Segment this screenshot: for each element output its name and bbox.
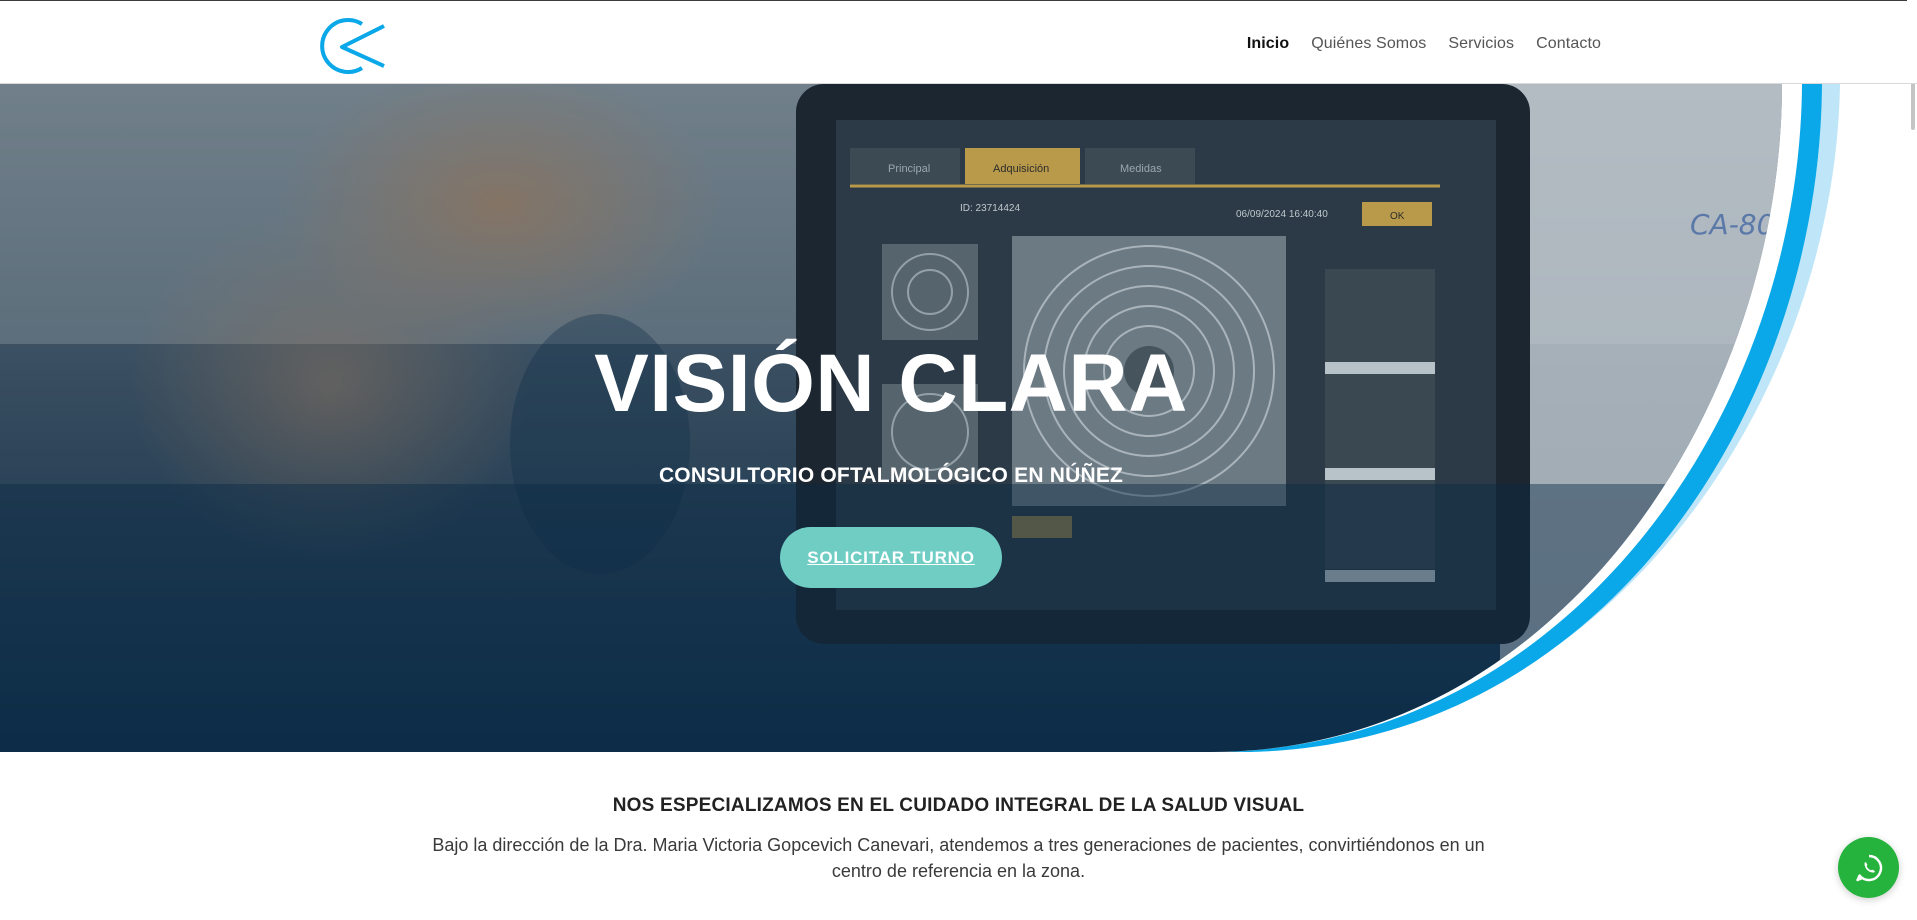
intro-heading: NOS ESPECIALIZAMOS EN EL CUIDADO INTEGRA… (612, 795, 1305, 816)
hero-section: CA-800 Principal Adquisición Medidas ID:… (0, 84, 1917, 752)
whatsapp-icon (1855, 854, 1882, 881)
intro-text: Bajo la dirección de la Dra. Maria Victo… (432, 835, 1485, 881)
nav-quienes-somos[interactable]: Quiénes Somos (1311, 35, 1426, 53)
nav-servicios[interactable]: Servicios (1448, 35, 1514, 53)
site-header: Inicio Quiénes Somos Servicios Contacto (0, 1, 1917, 84)
hero-content: VISIÓN CLARA CONSULTORIO OFTALMOLÓGICO E… (0, 84, 1782, 752)
nav-contacto[interactable]: Contacto (1536, 35, 1601, 53)
nav-inicio[interactable]: Inicio (1247, 35, 1289, 53)
whatsapp-button[interactable] (1838, 837, 1899, 898)
solicitar-turno-button[interactable]: SOLICITAR TURNO (780, 527, 1002, 588)
main-nav: Inicio Quiénes Somos Servicios Contacto (1247, 35, 1601, 53)
eye-logo-icon[interactable] (318, 16, 388, 76)
hero-title: VISIÓN CLARA (594, 338, 1188, 429)
hero-subtitle: CONSULTORIO OFTALMOLÓGICO EN NÚÑEZ (658, 464, 1124, 487)
page-scrollbar[interactable] (1907, 0, 1917, 920)
